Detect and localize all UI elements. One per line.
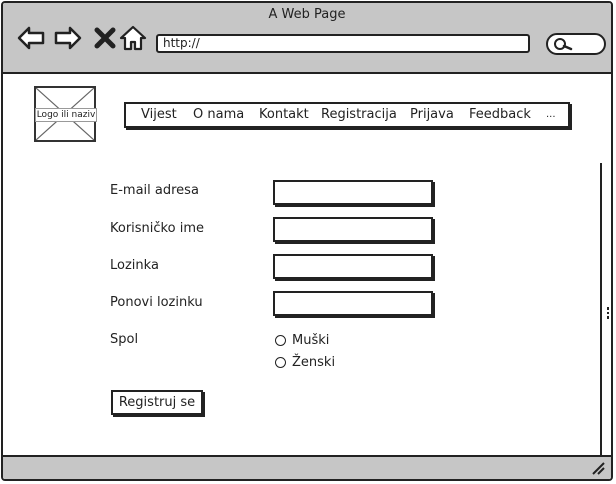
username-field[interactable] (273, 217, 433, 242)
password-label: Lozinka (110, 258, 159, 273)
gender-option-label: Ženski (292, 355, 336, 370)
gender-option-label: Muški (292, 333, 330, 348)
gender-option-female[interactable]: Ženski (275, 355, 335, 370)
username-label: Korisničko ime (110, 221, 204, 236)
back-arrow-icon[interactable] (16, 23, 46, 53)
home-icon[interactable] (118, 23, 148, 53)
password-field[interactable] (273, 254, 433, 279)
status-bar (3, 455, 611, 479)
email-label: E-mail adresa (110, 183, 199, 198)
resize-icon[interactable] (591, 461, 605, 475)
menu-item-vijest[interactable]: Vijest (141, 107, 177, 122)
gender-option-male[interactable]: Muški (275, 333, 329, 348)
logo-placeholder: Logo ili naziv (34, 86, 97, 142)
email-field[interactable] (273, 180, 433, 205)
radio-button-icon (275, 357, 286, 368)
main-menu: Vijest O nama Kontakt Registracija Prija… (124, 102, 570, 128)
gender-label: Spol (110, 332, 139, 347)
browser-window: A Web Page http:// Logo ili naziv Vijest (1, 1, 613, 481)
menu-item-o-nama[interactable]: O nama (193, 107, 244, 122)
search-icon (554, 38, 573, 51)
register-button[interactable]: Registruj se (111, 390, 203, 415)
menu-item-kontakt[interactable]: Kontakt (259, 107, 309, 122)
browser-toolbar: A Web Page http:// (3, 3, 611, 74)
scrollbar-grip-icon[interactable] (606, 306, 610, 320)
repeat-password-field[interactable] (273, 291, 433, 316)
menu-item-registracija[interactable]: Registracija (321, 107, 397, 122)
search-box[interactable] (546, 33, 606, 55)
repeat-password-label: Ponovi lozinku (110, 295, 203, 310)
menu-item-feedback[interactable]: Feedback (469, 107, 531, 122)
address-bar[interactable]: http:// (156, 34, 530, 53)
logo-label: Logo ili naziv (35, 108, 97, 122)
window-title: A Web Page (268, 7, 346, 22)
forward-arrow-icon[interactable] (53, 23, 83, 53)
close-icon[interactable] (91, 23, 121, 53)
menu-item-prijava[interactable]: Prijava (410, 107, 454, 122)
radio-button-icon (275, 335, 286, 346)
menu-item-more[interactable]: ... (546, 109, 556, 120)
